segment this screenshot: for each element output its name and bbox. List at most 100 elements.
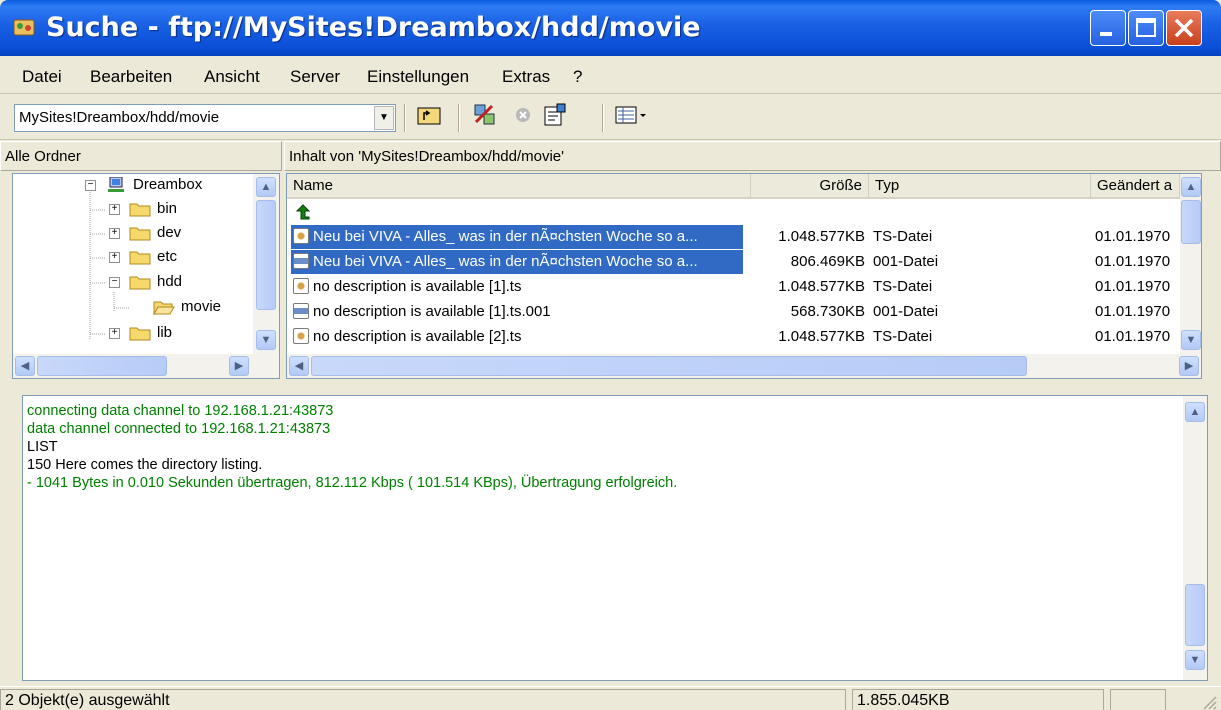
file-row[interactable]: Neu bei VIVA - Alles_ was in der nÃ¤chst…: [287, 250, 1180, 274]
file-size-cell: 1.048.577KB: [778, 278, 865, 295]
status-empty-cell: [1110, 689, 1166, 710]
file-name-cell: Neu bei VIVA - Alles_ was in der nÃ¤chst…: [291, 250, 743, 274]
address-combo[interactable]: MySites!Dreambox/hdd/movie ▼: [14, 104, 396, 132]
scroll-down-icon[interactable]: ▼: [256, 330, 276, 350]
file-name: no description is available [1].ts: [313, 278, 522, 295]
log-vertical-scrollbar[interactable]: ▲ ▼: [1183, 396, 1207, 680]
ts-file-icon: [293, 278, 309, 294]
column-name[interactable]: Name: [287, 174, 751, 199]
menu-extras[interactable]: Extras: [502, 67, 550, 87]
toolbar: MySites!Dreambox/hdd/movie ▼: [0, 96, 1221, 140]
file-type-cell: TS-Datei: [873, 228, 933, 245]
tree-label: hdd: [157, 273, 183, 290]
file-row[interactable]: no description is available [1].ts 1.048.…: [287, 275, 1180, 299]
toolbar-separator: [602, 104, 604, 132]
tree-scroll-thumb[interactable]: [256, 200, 276, 310]
log-scroll-thumb[interactable]: [1185, 584, 1205, 646]
scroll-right-icon[interactable]: ▶: [1179, 356, 1199, 376]
column-size[interactable]: Größe: [751, 174, 869, 199]
tree-expand-bin[interactable]: +: [109, 204, 120, 215]
tree-label: Dreambox: [133, 176, 203, 193]
file-name-cell: Neu bei VIVA - Alles_ was in der nÃ¤chst…: [291, 225, 743, 249]
file-size-cell: 1.048.577KB: [778, 228, 865, 245]
list-header-label: Inhalt von 'MySites!Dreambox/hdd/movie': [289, 148, 565, 165]
disconnect-icon[interactable]: [472, 102, 498, 128]
list-horizontal-scrollbar[interactable]: ◀ ▶: [287, 354, 1201, 378]
scroll-down-icon[interactable]: ▼: [1181, 330, 1201, 350]
tree-expand-etc[interactable]: +: [109, 252, 120, 263]
resize-grip-icon[interactable]: [1200, 693, 1218, 710]
title-bar[interactable]: Suche - ftp://MySites!Dreambox/hdd/movie: [0, 0, 1221, 56]
log-output[interactable]: connecting data channel to 192.168.1.21:…: [22, 395, 1208, 681]
file-size-cell: 806.469KB: [790, 253, 865, 270]
tree-item-movie[interactable]: movie: [153, 297, 221, 317]
folder-icon: [129, 227, 151, 241]
menu-server[interactable]: Server: [290, 67, 340, 87]
tree-item-bin[interactable]: bin: [129, 199, 177, 219]
menu-datei[interactable]: Datei: [22, 67, 62, 87]
minimize-icon[interactable]: [1090, 10, 1126, 46]
file-name: Neu bei VIVA - Alles_ was in der nÃ¤chst…: [313, 228, 698, 245]
menu-bearbeiten[interactable]: Bearbeiten: [90, 67, 172, 87]
list-hscroll-thumb[interactable]: [311, 356, 1027, 376]
close-icon[interactable]: [1166, 10, 1202, 46]
tree-item-etc[interactable]: etc: [129, 247, 177, 267]
list-scroll-thumb[interactable]: [1181, 200, 1201, 244]
file-type-cell: TS-Datei: [873, 328, 933, 345]
log-line: - 1041 Bytes in 0.010 Sekunden übertrage…: [27, 475, 678, 491]
toolbar-separator: [458, 104, 460, 132]
status-selection: 2 Objekt(e) ausgewählt: [0, 689, 846, 710]
file-list[interactable]: Name Größe Typ Geändert a Neu bei VIVA -…: [286, 173, 1202, 379]
menu-einstellungen[interactable]: Einstellungen: [367, 67, 469, 87]
window-title: Suche - ftp://MySites!Dreambox/hdd/movie: [46, 12, 701, 43]
file-modified-cell: 01.01.1970: [1095, 228, 1171, 245]
properties-icon[interactable]: [542, 102, 568, 128]
tree-vertical-scrollbar[interactable]: ▲ ▼: [253, 174, 279, 354]
tree-collapse-hdd[interactable]: −: [109, 277, 120, 288]
log-line: LIST: [27, 439, 58, 455]
file-name-cell: no description is available [1].ts.001: [291, 300, 743, 324]
log-line: 150 Here comes the directory listing.: [27, 457, 263, 473]
folder-icon: [129, 327, 151, 341]
open-folder-icon: [153, 301, 175, 316]
scroll-left-icon[interactable]: ◀: [15, 356, 35, 376]
file-name: Neu bei VIVA - Alles_ was in der nÃ¤chst…: [313, 253, 698, 270]
tree-collapse-dreambox[interactable]: −: [85, 180, 96, 191]
parent-directory-row[interactable]: [287, 200, 1180, 224]
tree-item-lib[interactable]: lib: [129, 323, 172, 343]
file-row[interactable]: no description is available [2].ts 1.048.…: [287, 325, 1180, 349]
maximize-icon[interactable]: [1128, 10, 1164, 46]
column-type[interactable]: Typ: [869, 174, 1091, 199]
scroll-up-icon[interactable]: ▲: [1185, 402, 1205, 422]
scroll-left-icon[interactable]: ◀: [289, 356, 309, 376]
scroll-right-icon[interactable]: ▶: [229, 356, 249, 376]
scroll-up-icon[interactable]: ▲: [256, 177, 276, 197]
tree-horizontal-scrollbar[interactable]: ◀ ▶: [13, 354, 279, 378]
view-menu-icon[interactable]: [614, 102, 650, 128]
chevron-down-icon[interactable]: ▼: [374, 106, 394, 130]
scroll-down-icon[interactable]: ▼: [1185, 650, 1205, 670]
tree-expand-lib[interactable]: +: [109, 328, 120, 339]
tree-hscroll-thumb[interactable]: [37, 356, 167, 376]
list-vertical-scrollbar[interactable]: ▲ ▼: [1180, 174, 1201, 354]
status-total-size: 1.855.045KB: [852, 689, 1104, 710]
menu-help[interactable]: ?: [573, 67, 582, 87]
001-file-icon: [293, 253, 309, 269]
suche-app-icon: [13, 19, 35, 36]
tree-item-dreambox[interactable]: Dreambox: [105, 175, 202, 195]
file-name-cell: no description is available [1].ts: [291, 275, 743, 299]
menu-ansicht[interactable]: Ansicht: [204, 67, 260, 87]
file-row[interactable]: Neu bei VIVA - Alles_ was in der nÃ¤chst…: [287, 225, 1180, 249]
file-row[interactable]: no description is available [1].ts.001 56…: [287, 300, 1180, 324]
tree-label: dev: [157, 224, 182, 241]
tree-item-dev[interactable]: dev: [129, 223, 181, 243]
up-folder-icon[interactable]: [416, 102, 442, 128]
folder-tree[interactable]: − Dreambox + bin + dev + etc − hdd movie…: [12, 173, 280, 379]
stop-icon[interactable]: [510, 102, 536, 128]
scroll-up-icon[interactable]: ▲: [1181, 177, 1201, 197]
column-modified[interactable]: Geändert a: [1091, 174, 1180, 199]
tree-expand-dev[interactable]: +: [109, 228, 120, 239]
tree-item-hdd[interactable]: hdd: [129, 272, 182, 292]
tree-label: etc: [157, 248, 178, 265]
file-modified-cell: 01.01.1970: [1095, 253, 1171, 270]
